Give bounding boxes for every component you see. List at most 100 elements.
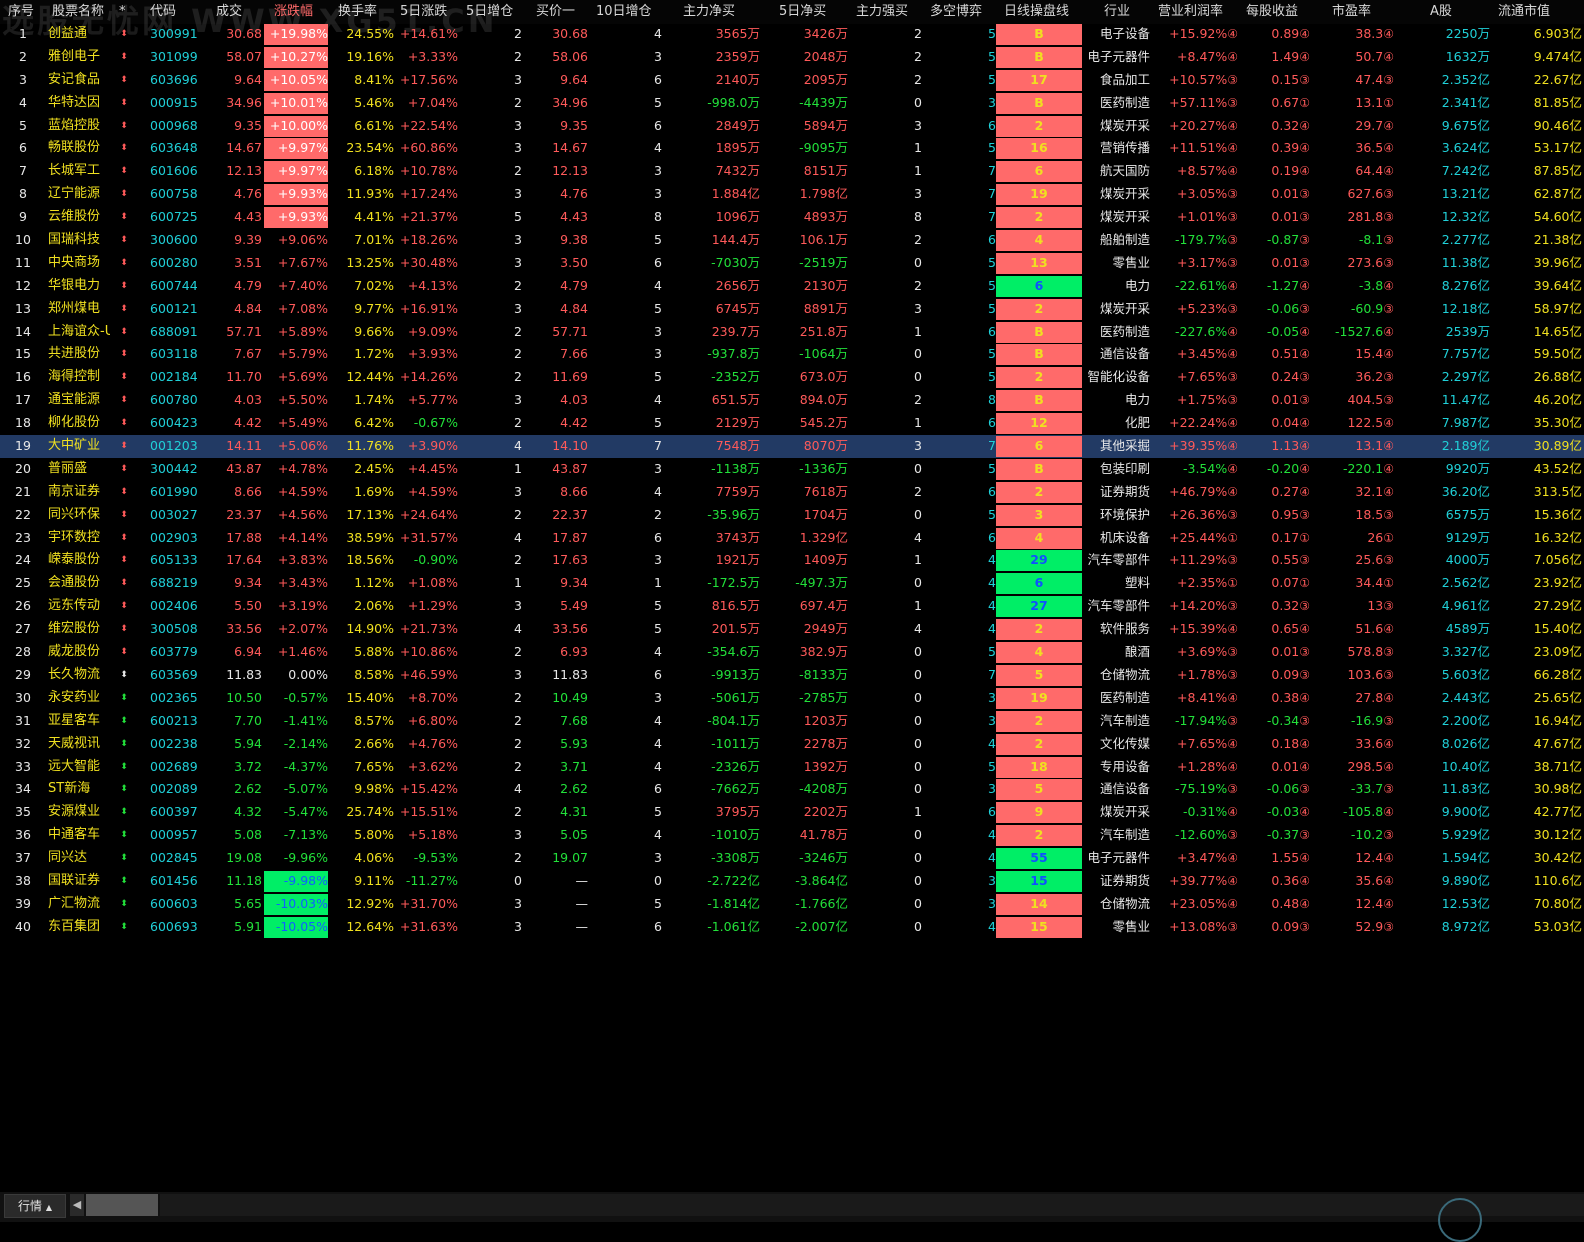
- table-row[interactable]: 11 中央商场 ⬍ 600280 3.51 +7.67% 13.25% +30.48% 3 3.5…: [0, 252, 1584, 275]
- cell-code[interactable]: 002365: [150, 687, 200, 710]
- cell-code[interactable]: 600603: [150, 893, 200, 916]
- table-row[interactable]: 34 ST新海 ⬍ 002089 2.62 -5.07% 9.98% +15.42% 4 2.62…: [0, 778, 1584, 801]
- cell-code[interactable]: 603648: [150, 137, 200, 160]
- cell-name[interactable]: 大中矿业: [48, 435, 110, 458]
- cell-name[interactable]: 天威视讯: [48, 733, 110, 756]
- scroll-left-arrow-icon[interactable]: ◀: [70, 1194, 84, 1216]
- cell-name[interactable]: 普丽盛: [48, 458, 110, 481]
- cell-name[interactable]: 柳化股份: [48, 412, 110, 435]
- column-header-bid[interactable]: 买价一: [536, 0, 575, 24]
- table-row[interactable]: 26 远东传动 ⬍ 002406 5.50 +3.19% 2.06% +1.29% 3 5.49 5…: [0, 595, 1584, 618]
- cell-code[interactable]: 300991: [150, 23, 200, 46]
- cell-name[interactable]: 会通股份: [48, 572, 110, 595]
- column-header-pe[interactable]: 市盈率: [1332, 0, 1371, 24]
- cell-code[interactable]: 600121: [150, 298, 200, 321]
- table-row[interactable]: 15 共进股份 ⬍ 603118 7.67 +5.79% 1.72% +3.93% 2 7.66 3…: [0, 343, 1584, 366]
- table-row[interactable]: 35 安源煤业 ⬍ 600397 4.32 -5.47% 25.74% +15.51% 2 4.3…: [0, 801, 1584, 824]
- cell-code[interactable]: 600744: [150, 275, 200, 298]
- cell-code[interactable]: 003027: [150, 504, 200, 527]
- cell-name[interactable]: 华特达因: [48, 92, 110, 115]
- cell-code[interactable]: 300442: [150, 458, 200, 481]
- table-row[interactable]: 17 通宝能源 ⬍ 600780 4.03 +5.50% 1.74% +5.77% 3 4.03 4…: [0, 389, 1584, 412]
- column-header-margin[interactable]: 营业利润率: [1158, 0, 1223, 24]
- cell-name[interactable]: 长城军工: [48, 160, 110, 183]
- cell-name[interactable]: 远东传动: [48, 595, 110, 618]
- column-header-net5[interactable]: 5日净买: [779, 0, 826, 24]
- cell-code[interactable]: 603696: [150, 69, 200, 92]
- table-row[interactable]: 31 亚星客车 ⬍ 600213 7.70 -1.41% 8.57% +6.80% 2 7.68 4…: [0, 710, 1584, 733]
- cell-code[interactable]: 601606: [150, 160, 200, 183]
- column-header-turn[interactable]: 换手率: [338, 0, 377, 24]
- cell-name[interactable]: 中央商场: [48, 252, 110, 275]
- cell-name[interactable]: 上海谊众-U: [48, 321, 110, 344]
- cell-code[interactable]: 601990: [150, 481, 200, 504]
- table-row[interactable]: 33 远大智能 ⬍ 002689 3.72 -4.37% 7.65% +3.62% 2 3.71 4…: [0, 756, 1584, 779]
- cell-name[interactable]: 海得控制: [48, 366, 110, 389]
- cell-code[interactable]: 600397: [150, 801, 200, 824]
- cell-name[interactable]: 中通客车: [48, 824, 110, 847]
- cell-name[interactable]: 南京证券: [48, 481, 110, 504]
- table-row[interactable]: 18 柳化股份 ⬍ 600423 4.42 +5.49% 6.42% -0.67% 2 4.42 5…: [0, 412, 1584, 435]
- column-header-net[interactable]: 主力净买: [683, 0, 735, 24]
- cell-code[interactable]: 002406: [150, 595, 200, 618]
- table-row[interactable]: 30 永安药业 ⬍ 002365 10.50 -0.57% 15.40% +8.70% 2 10.…: [0, 687, 1584, 710]
- cell-name[interactable]: 亚星客车: [48, 710, 110, 733]
- table-row[interactable]: 39 广汇物流 ⬍ 600603 5.65 -10.03% 12.92% +31.70% 3 — 5…: [0, 893, 1584, 916]
- column-header-float[interactable]: 流通市值: [1498, 0, 1550, 24]
- cell-code[interactable]: 000915: [150, 92, 200, 115]
- cell-name[interactable]: 同兴达: [48, 847, 110, 870]
- cell-name[interactable]: 蓝焰控股: [48, 115, 110, 138]
- table-row[interactable]: 21 南京证券 ⬍ 601990 8.66 +4.59% 1.69% +4.59% 3 8.66 4…: [0, 481, 1584, 504]
- cell-name[interactable]: 长久物流: [48, 664, 110, 687]
- table-row[interactable]: 16 海得控制 ⬍ 002184 11.70 +5.69% 12.44% +14.26% 2 11…: [0, 366, 1584, 389]
- market-tab[interactable]: 行情 ▲: [4, 1194, 66, 1218]
- cell-code[interactable]: 002845: [150, 847, 200, 870]
- column-header-star[interactable]: *: [119, 0, 126, 24]
- table-row[interactable]: 29 长久物流 ⬍ 603569 11.83 0.00% 8.58% +46.59% 3 11.8…: [0, 664, 1584, 687]
- table-row[interactable]: 14 上海谊众-U ⬍ 688091 57.71 +5.89% 9.66% +9.09% 2 57…: [0, 321, 1584, 344]
- cell-name[interactable]: 广汇物流: [48, 893, 110, 916]
- horizontal-scrollbar-track[interactable]: [160, 1194, 1584, 1216]
- cell-code[interactable]: 001203: [150, 435, 200, 458]
- cell-name[interactable]: ST新海: [48, 778, 110, 801]
- column-header-price[interactable]: 成交: [216, 0, 242, 24]
- cell-code[interactable]: 605133: [150, 549, 200, 572]
- column-header-name[interactable]: 股票名称: [52, 0, 104, 24]
- cell-code[interactable]: 000957: [150, 824, 200, 847]
- cell-code[interactable]: 601456: [150, 870, 200, 893]
- column-header-ashare[interactable]: A股: [1430, 0, 1452, 24]
- cell-name[interactable]: 华银电力: [48, 275, 110, 298]
- column-header-chg5[interactable]: 5日涨跌: [400, 0, 447, 24]
- cell-name[interactable]: 国瑞科技: [48, 229, 110, 252]
- cell-code[interactable]: 600213: [150, 710, 200, 733]
- cell-name[interactable]: 宇环数控: [48, 527, 110, 550]
- cell-code[interactable]: 600758: [150, 183, 200, 206]
- cell-name[interactable]: 威龙股份: [48, 641, 110, 664]
- cell-name[interactable]: 安记食品: [48, 69, 110, 92]
- horizontal-scrollbar-thumb[interactable]: [86, 1194, 158, 1216]
- cell-code[interactable]: 600693: [150, 916, 200, 939]
- cell-code[interactable]: 600280: [150, 252, 200, 275]
- column-header-add10[interactable]: 10日增仓: [596, 0, 652, 24]
- cell-name[interactable]: 安源煤业: [48, 801, 110, 824]
- cell-code[interactable]: 002238: [150, 733, 200, 756]
- cell-code[interactable]: 603779: [150, 641, 200, 664]
- cell-name[interactable]: 维宏股份: [48, 618, 110, 641]
- cell-code[interactable]: 600725: [150, 206, 200, 229]
- table-row[interactable]: 20 普丽盛 ⬍ 300442 43.87 +4.78% 2.45% +4.45% 1 43.87…: [0, 458, 1584, 481]
- cell-name[interactable]: 永安药业: [48, 687, 110, 710]
- cell-name[interactable]: 云维股份: [48, 206, 110, 229]
- table-row[interactable]: 2 雅创电子 ⬍ 301099 58.07 +10.27% 19.16% +3.33% 2 58.…: [0, 46, 1584, 69]
- column-header-strong[interactable]: 主力强买: [856, 0, 908, 24]
- cell-name[interactable]: 东百集团: [48, 916, 110, 939]
- table-row[interactable]: 5 蓝焰控股 ⬍ 000968 9.35 +10.00% 6.61% +22.54% 3 9.35…: [0, 115, 1584, 138]
- table-row[interactable]: 36 中通客车 ⬍ 000957 5.08 -7.13% 5.80% +5.18% 3 5.05 4…: [0, 824, 1584, 847]
- cell-name[interactable]: 辽宁能源: [48, 183, 110, 206]
- cell-name[interactable]: 同兴环保: [48, 504, 110, 527]
- column-header-ind[interactable]: 行业: [1104, 0, 1130, 24]
- table-row[interactable]: 6 畅联股份 ⬍ 603648 14.67 +9.97% 23.54% +60.86% 3 14.…: [0, 137, 1584, 160]
- cell-code[interactable]: 688091: [150, 321, 200, 344]
- cell-name[interactable]: 通宝能源: [48, 389, 110, 412]
- table-row[interactable]: 37 同兴达 ⬍ 002845 19.08 -9.96% 4.06% -9.53% 2 19.07…: [0, 847, 1584, 870]
- table-row[interactable]: 4 华特达因 ⬍ 000915 34.96 +10.01% 5.46% +7.04% 2 34.9…: [0, 92, 1584, 115]
